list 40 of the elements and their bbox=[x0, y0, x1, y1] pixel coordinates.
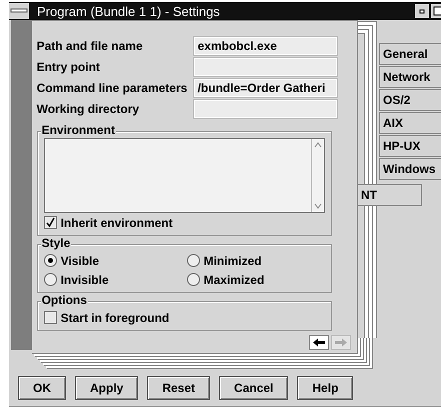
radio-button[interactable] bbox=[44, 254, 57, 267]
dialog-button[interactable]: Reset bbox=[147, 376, 210, 400]
tab[interactable]: NT bbox=[357, 184, 422, 206]
checkbox-label[interactable]: Start in foreground bbox=[60, 310, 170, 324]
maximize-icon[interactable] bbox=[431, 4, 441, 18]
list-box[interactable] bbox=[44, 138, 325, 213]
field-label: Command line parameters bbox=[36, 80, 188, 94]
radio-button[interactable] bbox=[186, 254, 200, 267]
system-menu-icon[interactable] bbox=[9, 3, 29, 19]
radio-label[interactable]: Maximized bbox=[204, 272, 264, 286]
tab[interactable]: General bbox=[379, 43, 441, 65]
dialog-button[interactable]: Help bbox=[297, 376, 354, 400]
group-title: Options bbox=[40, 293, 88, 308]
radio-label[interactable]: Minimized bbox=[204, 254, 262, 268]
tab[interactable]: Windows bbox=[379, 158, 441, 180]
input-field[interactable]: /bundle=Order Gatheri bbox=[194, 78, 337, 96]
field-label: Working directory bbox=[36, 102, 140, 116]
checkbox[interactable] bbox=[44, 311, 57, 324]
checkbox-label[interactable]: Inherit environment bbox=[60, 216, 173, 230]
radio-button[interactable] bbox=[186, 273, 200, 286]
input-field[interactable]: exmbobcl.exe bbox=[194, 36, 337, 54]
group-title: Style bbox=[40, 236, 72, 251]
field-label: Entry point bbox=[36, 60, 101, 74]
checkbox[interactable] bbox=[44, 216, 57, 229]
minimize-icon[interactable] bbox=[415, 4, 429, 18]
radio-label[interactable]: Visible bbox=[60, 254, 100, 268]
tab[interactable]: OS/2 bbox=[379, 89, 441, 111]
scrollbar[interactable] bbox=[310, 139, 324, 212]
radio-label[interactable]: Invisible bbox=[60, 272, 109, 286]
input-field[interactable] bbox=[194, 58, 337, 76]
tab[interactable]: Network bbox=[379, 66, 441, 88]
field-label: Path and file name bbox=[36, 38, 144, 52]
radio-button[interactable] bbox=[44, 273, 57, 286]
dialog-button[interactable]: Cancel bbox=[219, 376, 288, 400]
dialog-button[interactable]: OK bbox=[18, 376, 66, 400]
tab[interactable]: AIX bbox=[379, 112, 441, 134]
dialog-button[interactable]: Apply bbox=[75, 376, 138, 400]
tab[interactable]: HP-UX bbox=[379, 135, 441, 157]
input-field[interactable] bbox=[194, 100, 337, 118]
window-title: Program (Bundle 1 1) - Settings bbox=[37, 4, 221, 18]
